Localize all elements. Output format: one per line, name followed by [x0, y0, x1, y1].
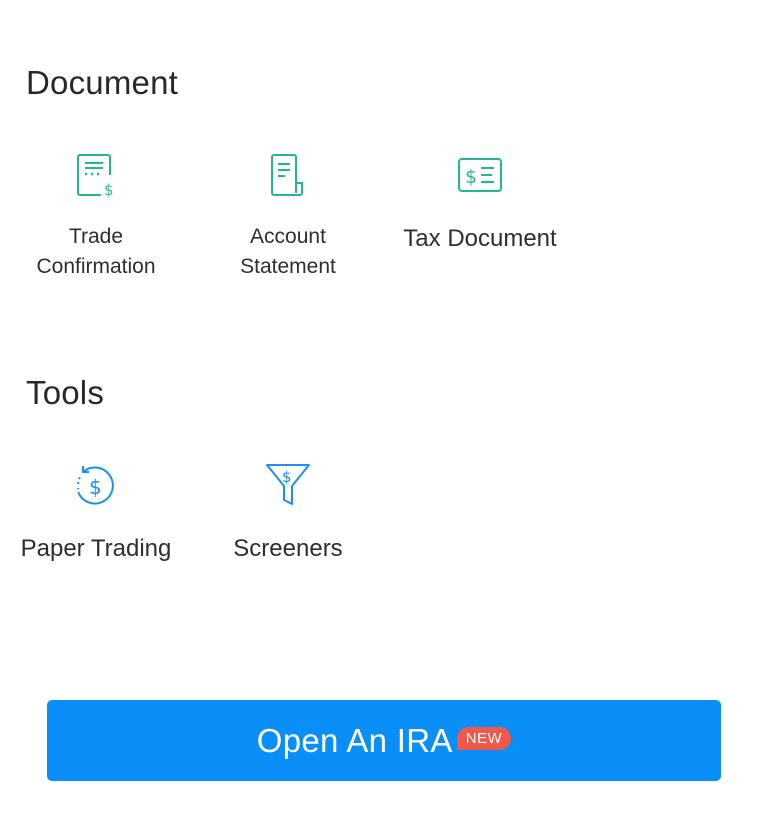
paper-trading-label: Paper Trading — [20, 535, 172, 562]
open-ira-label: Open An IRA — [256, 721, 453, 759]
tax-document-icon: $ — [455, 150, 505, 200]
page: Document $ Trade Confirmation Account St… — [0, 0, 768, 818]
screener-funnel-icon: $ — [263, 460, 313, 510]
trade-confirmation-item[interactable]: $ Trade Confirmation — [0, 150, 192, 282]
open-ira-button[interactable]: Open An IRA NEW — [47, 700, 721, 781]
svg-text:$: $ — [104, 181, 114, 197]
screeners-item[interactable]: $ Screeners — [192, 460, 384, 564]
paper-trading-icon: $ — [71, 460, 121, 510]
tax-document-item[interactable]: $ Tax Document — [384, 150, 576, 254]
svg-text:$: $ — [89, 475, 102, 499]
account-statement-icon — [263, 150, 313, 200]
account-statement-label: Account Statement — [240, 225, 336, 278]
tools-section-title: Tools — [26, 374, 105, 411]
tax-document-label: Tax Document — [403, 225, 557, 252]
screeners-label: Screeners — [233, 535, 343, 562]
account-statement-item[interactable]: Account Statement — [192, 150, 384, 282]
new-badge: NEW — [456, 727, 512, 750]
svg-text:$: $ — [465, 166, 477, 188]
trade-confirmation-label: Trade Confirmation — [36, 225, 156, 278]
document-section-title: Document — [26, 64, 179, 101]
paper-trading-item[interactable]: $ Paper Trading — [0, 460, 192, 564]
svg-text:$: $ — [282, 468, 292, 486]
trade-confirmation-icon: $ — [71, 150, 121, 200]
